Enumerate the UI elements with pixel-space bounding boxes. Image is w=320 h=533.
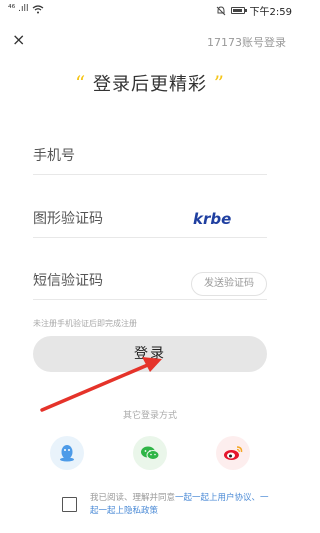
phone-field[interactable]: 手机号 bbox=[33, 135, 267, 175]
qq-login-button[interactable] bbox=[50, 436, 84, 470]
signal-icon: ⁴⁶ .ıll bbox=[8, 4, 29, 14]
battery-icon bbox=[230, 7, 247, 14]
status-left: ⁴⁶ .ıll bbox=[8, 4, 44, 14]
send-code-button[interactable]: 发送验证码 bbox=[191, 272, 267, 296]
wifi-icon bbox=[33, 4, 44, 13]
account-login-link[interactable]: 17173账号登录 bbox=[207, 34, 286, 50]
weibo-icon bbox=[224, 446, 243, 460]
status-time: 下午2:59 bbox=[249, 7, 292, 18]
page-title: “ 登录后更精彩 ” bbox=[0, 70, 300, 96]
qq-icon bbox=[60, 445, 74, 462]
mute-icon bbox=[216, 5, 225, 15]
phone-placeholder: 手机号 bbox=[33, 148, 75, 164]
weibo-login-button[interactable] bbox=[216, 436, 250, 470]
agreement-separator: 、 bbox=[251, 493, 261, 503]
register-hint: 未注册手机验证后即完成注册 bbox=[33, 319, 137, 328]
agreement-text: 我已阅读、理解并同意一起一起上用户协议、一起一起上隐私政策 bbox=[90, 492, 270, 518]
wechat-login-button[interactable] bbox=[133, 436, 167, 470]
user-agreement-link[interactable]: 一起一起上用户协议 bbox=[175, 493, 252, 503]
status-right: 下午2:59 bbox=[216, 3, 292, 18]
close-quote: ” bbox=[213, 71, 225, 95]
status-bar: ⁴⁶ .ıll 下午2:59 bbox=[0, 0, 300, 20]
wechat-icon bbox=[141, 446, 160, 460]
sms-field[interactable]: 短信验证码 发送验证码 bbox=[33, 260, 267, 300]
close-button[interactable]: × bbox=[12, 30, 32, 50]
captcha-text: krbe bbox=[193, 210, 231, 228]
captcha-field[interactable]: 图形验证码 krbe bbox=[33, 198, 267, 238]
page-title-text: 登录后更精彩 bbox=[93, 74, 207, 95]
agreement-checkbox[interactable] bbox=[62, 497, 77, 512]
open-quote: “ bbox=[75, 71, 87, 95]
captcha-image[interactable]: krbe bbox=[191, 208, 237, 230]
other-login-title: 其它登录方式 bbox=[122, 411, 177, 421]
agreement-prefix: 我已阅读、理解并同意 bbox=[90, 493, 176, 503]
captcha-placeholder: 图形验证码 bbox=[33, 211, 103, 227]
sms-placeholder: 短信验证码 bbox=[33, 273, 103, 289]
